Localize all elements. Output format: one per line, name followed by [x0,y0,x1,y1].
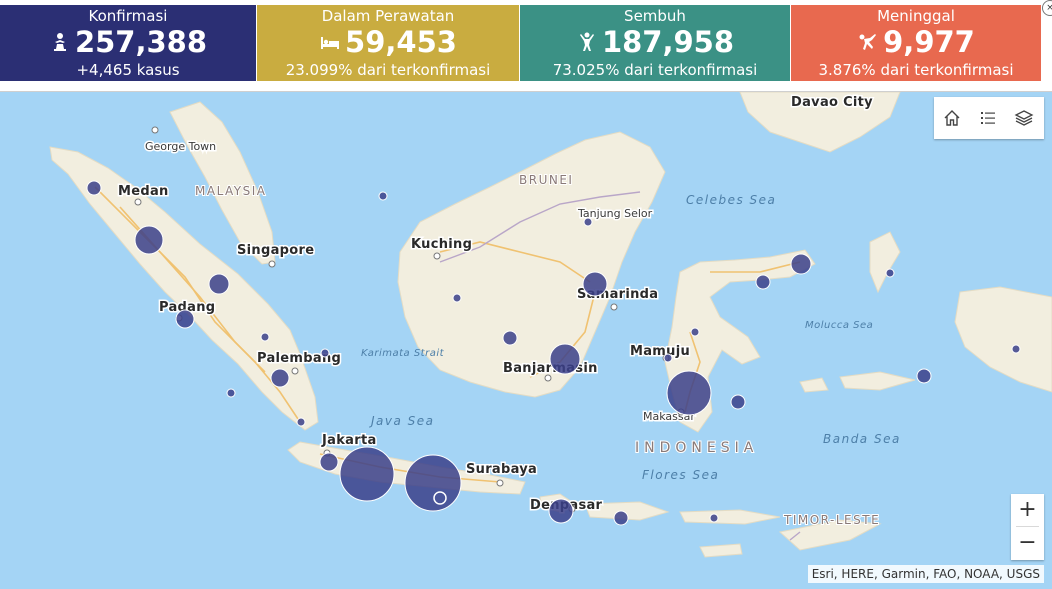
city-dot [433,252,441,260]
bed-icon [321,37,340,49]
label-karimata-strait: Karimata Strait [361,348,445,359]
case-marker[interactable] [916,368,932,384]
stat-subtext: 23.099% dari terkonfirmasi [285,61,491,79]
case-marker[interactable] [613,510,629,526]
person-icon [53,33,66,51]
case-marker[interactable] [709,513,719,523]
stat-subtext: +4,465 kasus [76,61,180,79]
case-marker[interactable] [320,348,330,358]
label-celebes-sea: Celebes Sea [686,193,776,207]
city-dot [291,367,299,375]
case-marker[interactable] [208,273,230,295]
falling-person-icon [859,34,877,50]
stat-card-in-treatment: Dalam Perawatan 59,453 23.099% dari terk… [257,5,519,81]
case-marker[interactable] [260,332,270,342]
stat-card-confirmed: Konfirmasi 257,388 +4,465 kasus [0,5,256,81]
zoom-control: + − [1011,494,1044,560]
zoom-out-button[interactable]: − [1011,527,1044,559]
case-marker[interactable] [885,268,895,278]
label-flores-sea: Flores Sea [642,468,719,482]
zoom-in-button[interactable]: + [1011,494,1044,526]
case-marker[interactable] [730,394,746,410]
city-dot [610,303,618,311]
city-dot [268,260,276,268]
label-timor-leste: TIMOR-LESTE [783,513,880,527]
map-view[interactable]: Davao City George Town Medan MALAYSIA BR… [0,91,1052,589]
label-malaysia: MALAYSIA [195,184,267,198]
stat-subtext: 3.876% dari terkonfirmasi [818,61,1014,79]
case-marker[interactable] [548,498,574,524]
label-davao-city: Davao City [791,95,873,110]
close-button[interactable]: × [1042,0,1052,16]
label-jakarta: Jakarta [321,433,377,448]
home-button[interactable] [934,97,970,139]
map-canvas[interactable]: Davao City George Town Medan MALAYSIA BR… [0,92,1052,589]
stat-label: Dalam Perawatan [321,7,455,25]
case-marker[interactable] [663,353,673,363]
label-surabaya: Surabaya [466,462,537,477]
stat-value: 187,958 [601,25,735,59]
home-icon [944,110,960,126]
case-marker[interactable] [666,370,712,416]
label-brunei: BRUNEI [519,173,573,187]
stat-value: 9,977 [883,25,975,59]
stat-card-deaths: Meninggal 9,977 3.876% dari terkonfirmas… [791,5,1041,81]
label-indonesia: INDONESIA [635,440,758,456]
label-java-sea: Java Sea [369,414,435,428]
label-singapore: Singapore [237,243,314,258]
stat-label: Konfirmasi [88,7,168,25]
label-medan: Medan [118,184,169,199]
stat-value: 59,453 [345,25,457,59]
stat-subtext: 73.025% dari terkonfirmasi [552,61,758,79]
case-marker[interactable] [175,309,195,329]
legend-button[interactable] [970,97,1006,139]
stat-value: 257,388 [74,25,208,59]
case-marker[interactable] [296,417,306,427]
layers-icon [1014,110,1034,126]
city-dot [496,479,504,487]
case-marker[interactable] [755,274,771,290]
label-mamuju: Mamuju [630,344,690,359]
stat-card-recovered: Sembuh 187,958 73.025% dari terkonfirmas… [520,5,790,81]
case-marker[interactable] [790,253,812,275]
case-marker[interactable] [1011,344,1021,354]
stat-label: Sembuh [624,7,686,25]
map-widget-toolbar [934,97,1044,139]
case-marker[interactable] [134,225,164,255]
case-marker[interactable] [270,368,290,388]
layers-button[interactable] [1006,97,1042,139]
case-marker[interactable] [404,454,462,512]
label-molucca-sea: Molucca Sea [805,320,873,331]
legend-list-icon [981,112,995,124]
map-attribution[interactable]: Esri, HERE, Garmin, FAO, NOAA, USGS [807,565,1044,583]
city-dot [544,374,552,382]
stat-label: Meninggal [877,7,955,25]
label-banda-sea: Banda Sea [823,432,901,446]
label-kuching: Kuching [411,237,472,252]
case-marker[interactable] [582,271,608,297]
stats-bar: Konfirmasi 257,388 +4,465 kasus Dalam Pe… [0,5,1052,81]
case-marker[interactable] [690,327,700,337]
case-marker[interactable] [378,191,388,201]
city-dot [151,126,159,134]
case-marker[interactable] [502,330,518,346]
label-george-town: George Town [145,140,216,153]
case-marker[interactable] [452,293,462,303]
city-dot [134,198,142,206]
recovered-icon [579,32,594,51]
case-marker[interactable] [226,388,236,398]
case-marker[interactable] [339,446,395,502]
case-marker[interactable] [86,180,102,196]
case-marker[interactable] [319,452,339,472]
case-marker[interactable] [549,343,581,375]
case-marker[interactable] [583,217,593,227]
